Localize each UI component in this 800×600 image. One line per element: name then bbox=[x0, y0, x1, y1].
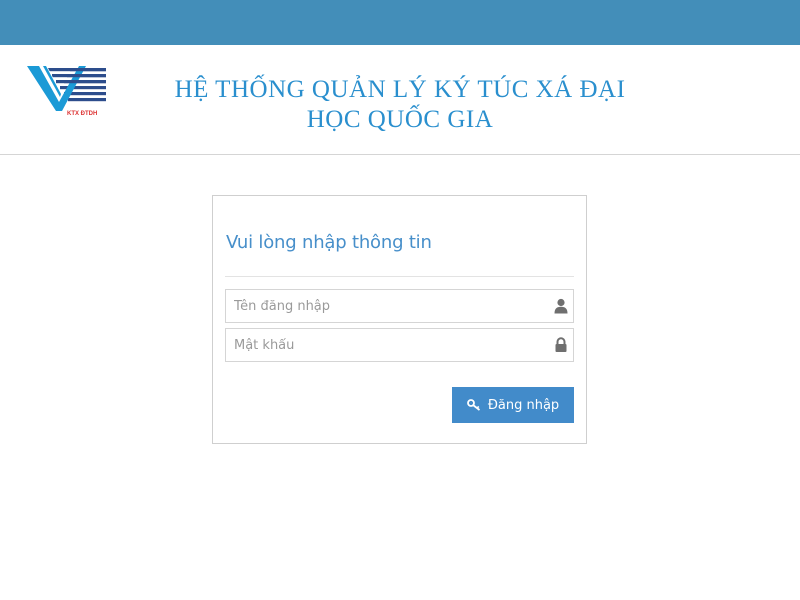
username-field-wrapper bbox=[225, 289, 574, 323]
key-icon bbox=[466, 399, 480, 411]
username-input[interactable] bbox=[226, 290, 573, 322]
site-header: KTX ĐTDH HỆ THỐNG QUẢN LÝ KÝ TÚC XÁ ĐẠI … bbox=[0, 45, 800, 155]
site-title-line2: HỌC QUỐC GIA bbox=[306, 106, 494, 133]
logo-icon: KTX ĐTDH bbox=[27, 66, 106, 117]
user-icon bbox=[554, 298, 568, 314]
login-button-label: Đăng nhập bbox=[487, 397, 560, 413]
divider bbox=[225, 276, 574, 277]
login-heading: Vui lòng nhập thông tin bbox=[226, 232, 432, 253]
lock-icon bbox=[555, 337, 567, 352]
password-input[interactable] bbox=[226, 329, 573, 361]
password-field-wrapper bbox=[225, 328, 574, 362]
login-box: Vui lòng nhập thông tin Đăng nhập bbox=[212, 195, 587, 444]
site-title: HỆ THỐNG QUẢN LÝ KÝ TÚC XÁ ĐẠI HỌC QUỐC … bbox=[150, 75, 650, 135]
logo-text: KTX ĐTDH bbox=[67, 111, 97, 117]
login-button[interactable]: Đăng nhập bbox=[452, 387, 574, 423]
top-bar bbox=[0, 0, 800, 45]
site-title-line1: HỆ THỐNG QUẢN LÝ KÝ TÚC XÁ ĐẠI bbox=[174, 76, 626, 103]
